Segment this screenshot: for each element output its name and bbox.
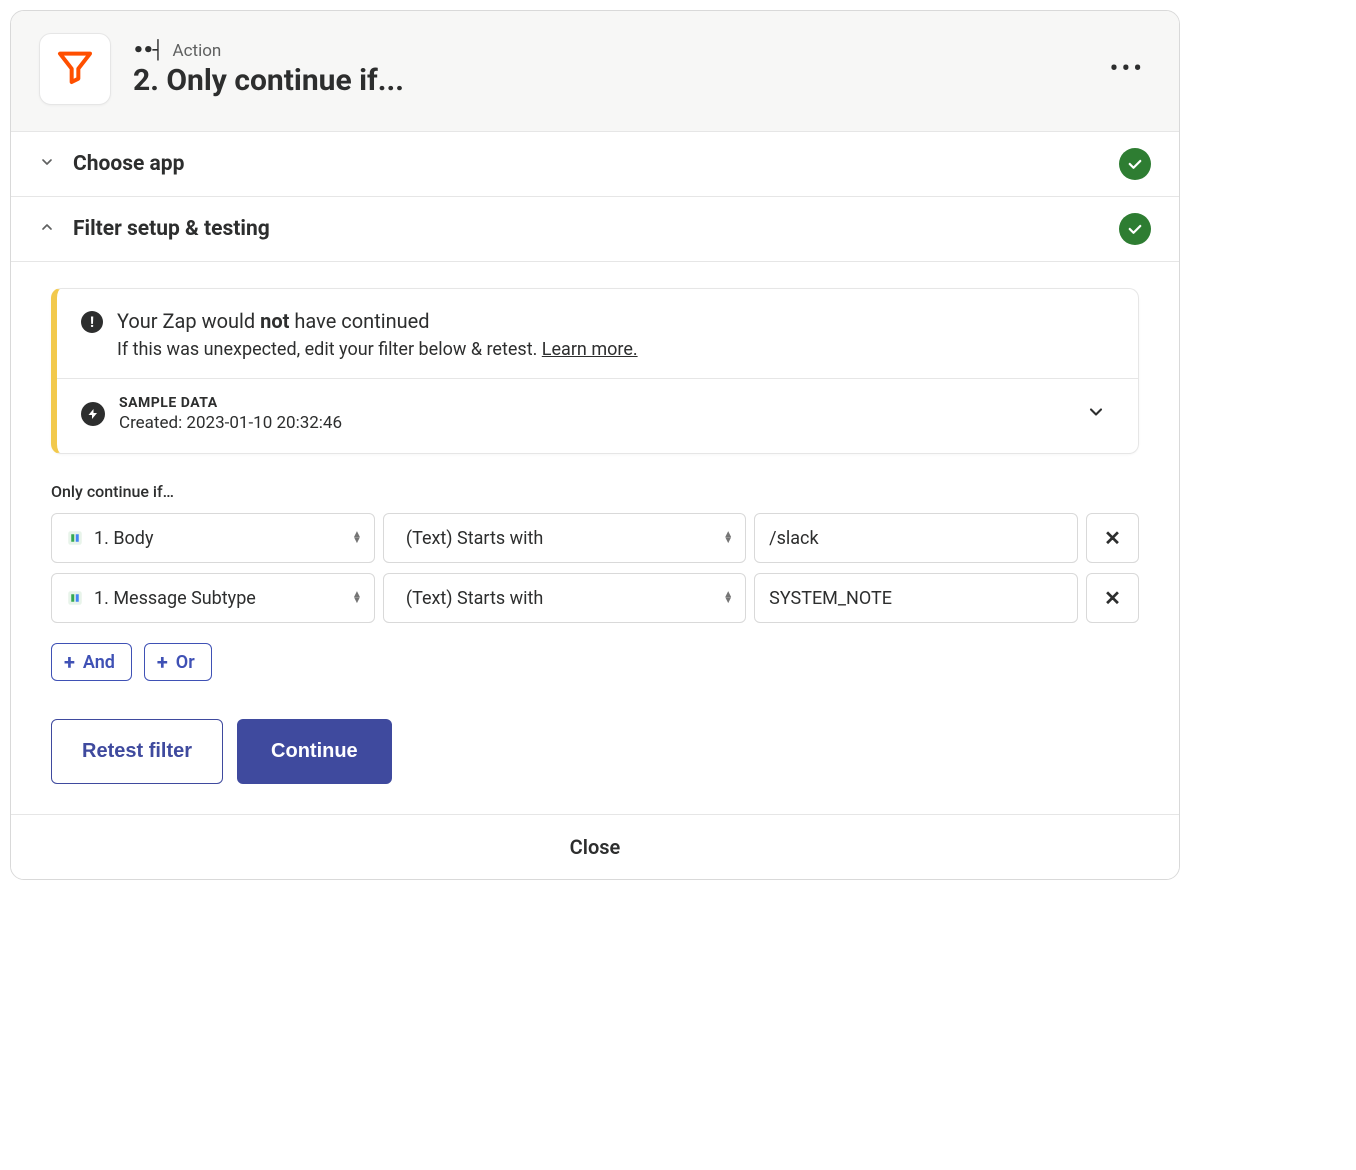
stepper-icon: ▲▼ [723,532,733,544]
and-label: And [83,652,115,673]
stepper-icon: ▲▼ [352,592,362,604]
notice-subtitle: If this was unexpected, edit your filter… [117,339,638,360]
logic-buttons: + And + Or [51,643,1139,681]
condition-value: (Text) Starts with [406,528,543,549]
condition-dropdown[interactable]: (Text) Starts with ▲▼ [383,513,746,563]
or-label: Or [176,652,195,673]
notice-title: Your Zap would not have continued [117,309,638,333]
field-dropdown[interactable]: 1. Body ▲▼ [51,513,375,563]
path-icon: ••┤ [133,40,163,61]
filter-content: ! Your Zap would not have continued If t… [11,262,1179,814]
add-or-button[interactable]: + Or [144,643,212,681]
value-text: /slack [769,528,818,549]
app-icon [39,33,111,105]
breadcrumb-label: Action [173,41,222,61]
step-title: 2. Only continue if... [133,63,1104,98]
plus-icon: + [157,650,168,674]
plus-icon: + [64,650,75,674]
more-menu-button[interactable]: ••• [1104,50,1151,88]
section-choose-app[interactable]: Choose app [11,132,1179,197]
filter-rows: 1. Body ▲▼ (Text) Starts with ▲▼ /slack … [51,513,1139,623]
continue-button[interactable]: Continue [237,719,392,784]
filter-icon [55,47,95,91]
chevron-up-icon [39,219,63,239]
section-title: Filter setup & testing [73,217,1119,241]
check-icon [1119,213,1151,245]
filter-row: 1. Body ▲▼ (Text) Starts with ▲▼ /slack … [51,513,1139,563]
stepper-icon: ▲▼ [723,592,733,604]
field-value: 1. Body [94,528,153,549]
remove-row-button[interactable]: ✕ [1086,513,1139,563]
panel-header: ••┤ Action 2. Only continue if... ••• [11,11,1179,132]
chevron-down-icon[interactable] [1078,398,1114,431]
section-filter-setup[interactable]: Filter setup & testing [11,197,1179,262]
close-icon: ✕ [1104,586,1121,610]
value-input[interactable]: SYSTEM_NOTE [754,573,1078,623]
stepper-icon: ▲▼ [352,532,362,544]
field-dropdown[interactable]: 1. Message Subtype ▲▼ [51,573,375,623]
notice-card: ! Your Zap would not have continued If t… [51,288,1139,454]
condition-value: (Text) Starts with [406,588,543,609]
sample-data-created: Created: 2023-01-10 20:32:46 [119,413,1064,433]
condition-dropdown[interactable]: (Text) Starts with ▲▼ [383,573,746,623]
close-icon: ✕ [1104,526,1121,550]
section-title: Choose app [73,152,1119,176]
chevron-down-icon [39,154,63,174]
value-input[interactable]: /slack [754,513,1078,563]
filter-prompt: Only continue if… [51,482,1139,501]
filter-step-panel: ••┤ Action 2. Only continue if... ••• Ch… [10,10,1180,880]
value-text: SYSTEM_NOTE [769,588,892,609]
action-buttons: Retest filter Continue [51,719,1139,784]
close-button[interactable]: Close [11,814,1179,879]
bolt-icon [81,402,105,426]
check-icon [1119,148,1151,180]
filter-row: 1. Message Subtype ▲▼ (Text) Starts with… [51,573,1139,623]
field-value: 1. Message Subtype [94,588,256,609]
remove-row-button[interactable]: ✕ [1086,573,1139,623]
sample-data-row[interactable]: SAMPLE DATA Created: 2023-01-10 20:32:46 [57,379,1138,453]
app-field-icon [66,589,84,607]
learn-more-link[interactable]: Learn more. [542,339,638,360]
add-and-button[interactable]: + And [51,643,132,681]
retest-button[interactable]: Retest filter [51,719,223,784]
sample-data-label: SAMPLE DATA [119,395,1064,411]
warning-icon: ! [81,311,103,333]
app-field-icon [66,529,84,547]
